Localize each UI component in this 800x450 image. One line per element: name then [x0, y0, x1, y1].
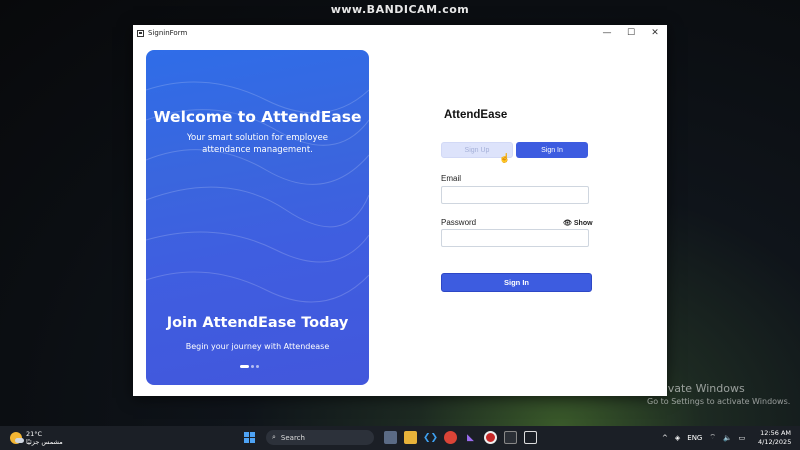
sign-in-button[interactable]: Sign In	[441, 273, 592, 292]
taskbar-search[interactable]: ⌕ Search	[266, 430, 374, 445]
recording-watermark: www.BANDICAM.com	[330, 3, 470, 16]
taskbar-apps: ❮❯ ◣	[384, 431, 537, 444]
clock-time: 12:56 AM	[760, 429, 791, 437]
show-password-label: Show	[573, 219, 593, 227]
start-menu-icon[interactable]	[244, 432, 255, 443]
system-tray: ^ ◈ ENG ⌔ 🔈 ▭	[662, 433, 745, 442]
show-password-toggle[interactable]: 👁 Show	[563, 219, 593, 228]
task-view-icon[interactable]	[384, 431, 397, 444]
clock[interactable]: 12:56 AM 4/12/2025	[758, 429, 791, 447]
language-indicator[interactable]: ENG	[687, 434, 702, 442]
password-field[interactable]	[441, 229, 589, 247]
activate-windows-hint: Go to Settings to activate Windows.	[647, 397, 791, 406]
battery-icon[interactable]: ▭	[739, 434, 746, 442]
visual-studio-icon[interactable]: ◣	[464, 431, 477, 444]
carousel-dot[interactable]	[251, 365, 254, 368]
carousel-dot-active[interactable]	[240, 365, 249, 368]
window-controls: — ☐ ✕	[595, 25, 667, 41]
title-bar[interactable]: SigninForm — ☐ ✕	[133, 25, 667, 41]
form-app-name: AttendEase	[444, 109, 508, 121]
welcome-hero-panel: Welcome to AttendEase Your smart solutio…	[146, 50, 369, 385]
window-title: SigninForm	[148, 29, 188, 37]
app-icon	[137, 29, 144, 37]
chevron-up-icon[interactable]: ^	[662, 434, 668, 442]
eye-icon: 👁	[563, 220, 572, 227]
partly-sunny-icon	[10, 432, 24, 444]
volume-icon[interactable]: 🔈	[723, 434, 732, 442]
tray-app-icon[interactable]: ◈	[675, 434, 680, 442]
hero-subtitle-join: Begin your journey with Attendease	[185, 342, 330, 351]
password-label: Password	[441, 218, 477, 227]
terminal-icon[interactable]	[504, 431, 517, 444]
close-button[interactable]: ✕	[643, 25, 667, 41]
weather-temp: 21°C	[26, 430, 43, 438]
wave-pattern-background	[146, 81, 369, 303]
maximize-button[interactable]: ☐	[619, 25, 643, 41]
weather-widget[interactable]: 21°C مشمس جزئيًا	[10, 430, 63, 446]
signin-form-app-icon[interactable]	[524, 431, 537, 444]
weather-desc: مشمس جزئيًا	[26, 438, 63, 446]
chrome-icon[interactable]	[444, 431, 457, 444]
auth-tabs: Sign Up Sign In	[441, 142, 588, 158]
file-explorer-icon[interactable]	[404, 431, 417, 444]
hero-title-join: Join AttendEase Today	[166, 315, 349, 331]
taskbar: 21°C مشمس جزئيًا ⌕ Search ❮❯ ◣ ^ ◈ ENG ⌔…	[0, 426, 800, 450]
tab-sign-in[interactable]: Sign In	[516, 142, 588, 158]
minimize-button[interactable]: —	[595, 25, 619, 41]
carousel-dot[interactable]	[256, 365, 259, 368]
wifi-icon[interactable]: ⌔	[709, 433, 716, 442]
activate-windows-title: Activate Windows	[647, 382, 745, 395]
hand-cursor-icon: ☝	[499, 153, 511, 163]
activate-windows-notice: Activate Windows Go to Settings to activ…	[647, 382, 790, 406]
hero-title: Welcome to AttendEase	[153, 108, 362, 126]
hero-subtitle: Your smart solution for employee attenda…	[186, 133, 328, 155]
search-placeholder: Search	[280, 433, 305, 442]
email-label: Email	[441, 174, 462, 183]
search-icon: ⌕	[272, 433, 276, 441]
email-field[interactable]	[441, 186, 589, 204]
vscode-icon[interactable]: ❮❯	[423, 431, 438, 444]
signin-window: SigninForm — ☐ ✕ Welcome to AttendEase Y…	[133, 25, 667, 396]
clock-date: 4/12/2025	[758, 438, 792, 446]
carousel-indicator	[240, 365, 259, 368]
record-icon[interactable]	[484, 431, 497, 444]
